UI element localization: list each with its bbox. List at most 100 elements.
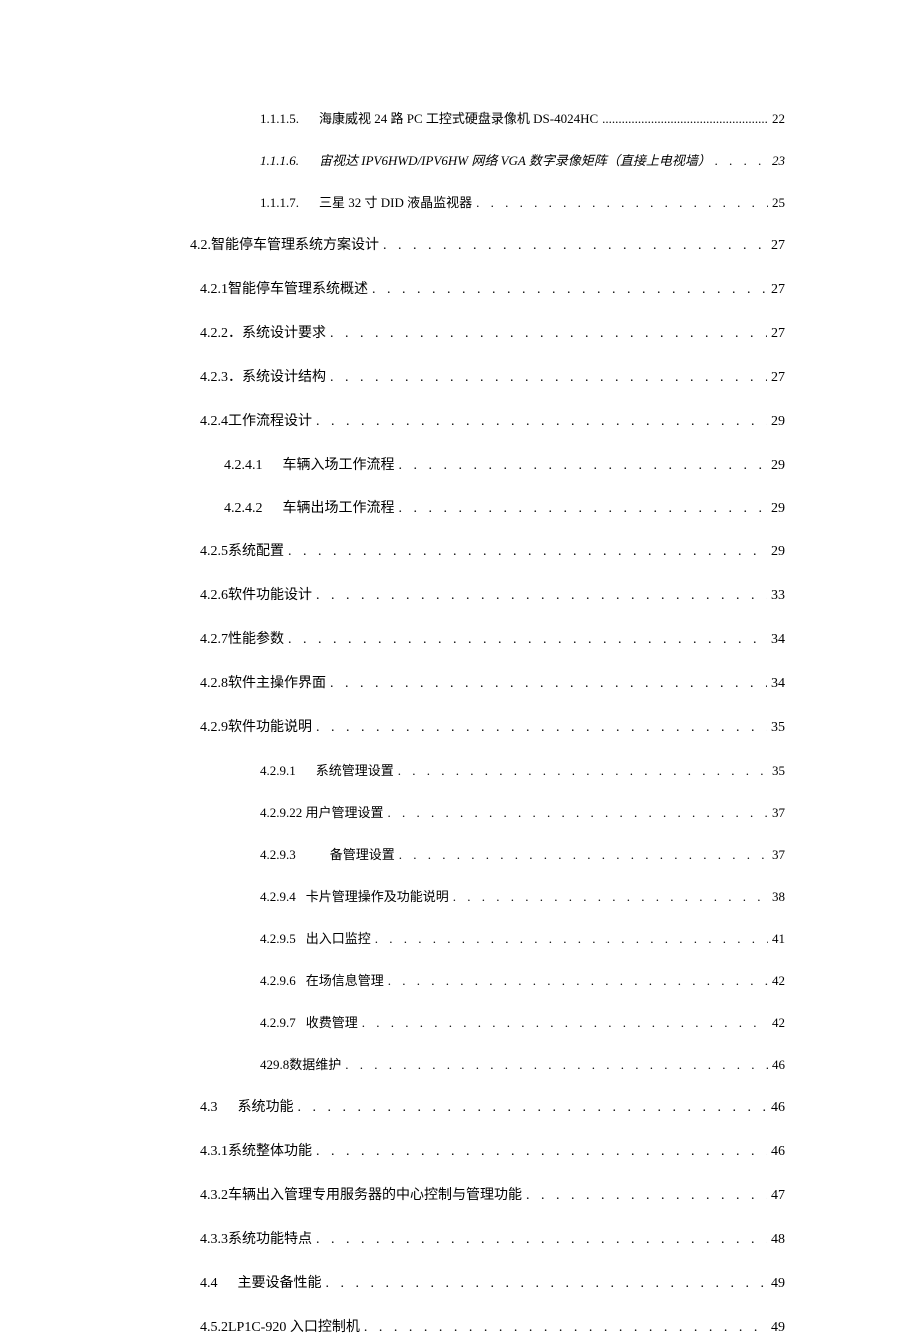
toc-page-number: 27 xyxy=(771,326,785,342)
toc-page-number: 29 xyxy=(771,501,785,517)
toc-number: 4.3.2 xyxy=(200,1188,228,1204)
toc-entry: 1.1.1.6. 宙视达 IPV6HWD/IPV6HW 网络 VGA 数字录像矩阵… xyxy=(190,150,785,169)
toc-page-number: 33 xyxy=(771,588,785,604)
toc-leader-dots xyxy=(326,1276,768,1292)
toc-text: ．系统设计要求 xyxy=(228,322,326,342)
toc-leader-dots xyxy=(375,931,768,947)
toc-text: 工作流程设计 xyxy=(228,410,312,430)
toc-page-number: 22 xyxy=(772,111,785,127)
toc-leader-dots xyxy=(398,763,768,779)
toc-page-number: 37 xyxy=(772,805,785,821)
toc-entry: 4.2.7 性能参数34 xyxy=(190,628,785,648)
toc-leader-dots xyxy=(288,632,767,648)
toc-entry: 4.2.智能停车管理系统方案设计 27 xyxy=(190,234,785,254)
toc-number: 4.2.4 xyxy=(200,414,228,430)
toc-entry: 4.2.6 软件功能设计33 xyxy=(190,584,785,604)
toc-entry: 4.2.1 智能停车管理系统概述27 xyxy=(190,278,785,298)
toc-entry: 4.2.9.2 2 用户管理设置37 xyxy=(190,802,785,821)
toc-number: 4.3.3 xyxy=(200,1232,228,1248)
toc-text: 出入口监控 xyxy=(306,928,371,947)
toc-page-number: 34 xyxy=(771,632,785,648)
toc-entry: 4.2.4.1车辆入场工作流程29 xyxy=(190,454,785,474)
toc-leader-dots xyxy=(602,111,768,127)
toc-leader-dots xyxy=(453,889,768,905)
toc-text: 软件功能设计 xyxy=(228,584,312,604)
toc-page-number: 35 xyxy=(771,720,785,736)
toc-number: 4.5.2 xyxy=(200,1320,228,1336)
toc-leader-dots xyxy=(399,501,768,517)
toc-entry: 4.2.9 软件功能说明 35 xyxy=(190,716,785,736)
toc-number: 4.2. xyxy=(190,238,211,254)
toc-text: 车辆入场工作流程 xyxy=(283,454,395,474)
toc-text: 宙视达 IPV6HWD/IPV6HW 网络 VGA 数字录像矩阵（直接上电视墙） xyxy=(319,150,711,169)
toc-number: 4.2.7 xyxy=(200,632,228,648)
toc-page-number: 25 xyxy=(772,195,785,211)
table-of-contents: 1.1.1.5.海康威视 24 路 PC 工控式硬盘录像机 DS-4024HC2… xyxy=(190,108,785,1336)
toc-page-number: 29 xyxy=(771,544,785,560)
toc-leader-dots xyxy=(388,973,768,989)
toc-text: 车辆出场工作流程 xyxy=(283,497,395,517)
toc-number: 4.4 xyxy=(200,1276,218,1292)
toc-leader-dots xyxy=(383,238,767,254)
toc-leader-dots xyxy=(288,544,767,560)
toc-page-number: 37 xyxy=(772,847,785,863)
toc-entry: 4.3.1 系统整体功能46 xyxy=(190,1140,785,1160)
toc-leader-dots xyxy=(316,720,767,736)
toc-entry: 429.8 数据维护46 xyxy=(190,1054,785,1073)
toc-leader-dots xyxy=(316,1144,767,1160)
toc-text: 系统整体功能 xyxy=(228,1140,312,1160)
toc-page-number: 46 xyxy=(771,1100,785,1116)
toc-number: 4.2.9 xyxy=(200,720,228,736)
toc-text: 系统功能特点 xyxy=(228,1228,312,1248)
toc-number: 4.2.8 xyxy=(200,676,228,692)
toc-page-number: 48 xyxy=(771,1232,785,1248)
toc-leader-dots xyxy=(526,1188,767,1204)
toc-number: 4.2.9.1 xyxy=(260,763,296,779)
toc-text: 收费管理 xyxy=(306,1012,358,1031)
toc-leader-dots xyxy=(345,1057,768,1073)
toc-page-number: 49 xyxy=(771,1320,785,1336)
toc-leader-dots xyxy=(330,326,767,342)
toc-number: 1.1.1.6. xyxy=(260,153,299,169)
toc-entry: 1.1.1.5.海康威视 24 路 PC 工控式硬盘录像机 DS-4024HC2… xyxy=(190,108,785,127)
toc-page-number: 35 xyxy=(772,763,785,779)
toc-entry: 1.1.1.7.三星 32 寸 DID 液晶监视器25 xyxy=(190,192,785,211)
toc-page-number: 27 xyxy=(771,238,785,254)
toc-entry: 4.2.2．系统设计要求 27 xyxy=(190,322,785,342)
toc-number: 4.2.9.5 xyxy=(260,931,296,947)
toc-entry: 4.2.4.2车辆出场工作流程29 xyxy=(190,497,785,517)
toc-leader-dots xyxy=(476,195,768,211)
toc-number: 4.2.2 xyxy=(200,326,228,342)
toc-page-number: 47 xyxy=(771,1188,785,1204)
toc-text: 系统配置 xyxy=(228,540,284,560)
toc-entry: 4.2.9.7 收费管理 42 xyxy=(190,1012,785,1031)
toc-leader-dots xyxy=(330,676,767,692)
toc-number: 4.2.3 xyxy=(200,370,228,386)
toc-entry: 4.3系统功能46 xyxy=(190,1096,785,1116)
toc-entry: 4.3.3 系统功能特点 48 xyxy=(190,1228,785,1248)
toc-page-number: 27 xyxy=(771,282,785,298)
toc-leader-dots xyxy=(316,414,767,430)
toc-page-number: 29 xyxy=(771,414,785,430)
toc-entry: 4.2.9.5 出入口监控 41 xyxy=(190,928,785,947)
toc-number: 4.2.9.4 xyxy=(260,889,296,905)
toc-text: 在场信息管理 xyxy=(306,970,384,989)
toc-entry: 4.2.9.4卡片管理操作及功能说明38 xyxy=(190,886,785,905)
toc-leader-dots xyxy=(715,153,768,169)
toc-text: 软件功能说明 xyxy=(228,716,312,736)
toc-number: 4.2.9.7 xyxy=(260,1015,296,1031)
toc-page-number: 42 xyxy=(772,1015,785,1031)
toc-text: 智能停车管理系统方案设计 xyxy=(211,234,379,254)
toc-text: 备管理设置 xyxy=(330,844,395,863)
toc-number: 4.2.9.2 xyxy=(260,805,296,821)
toc-text: 主要设备性能 xyxy=(238,1272,322,1292)
toc-page-number: 41 xyxy=(772,931,785,947)
toc-text: 三星 32 寸 DID 液晶监视器 xyxy=(319,192,472,211)
toc-entry: 4.3.2 车辆出入管理专用服务器的中心控制与管理功能 47 xyxy=(190,1184,785,1204)
toc-text: 软件主操作界面 xyxy=(228,672,326,692)
toc-page-number: 38 xyxy=(772,889,785,905)
toc-page-number: 42 xyxy=(772,973,785,989)
toc-text: 系统功能 xyxy=(238,1096,294,1116)
toc-leader-dots xyxy=(399,847,768,863)
toc-text: 车辆出入管理专用服务器的中心控制与管理功能 xyxy=(228,1184,522,1204)
